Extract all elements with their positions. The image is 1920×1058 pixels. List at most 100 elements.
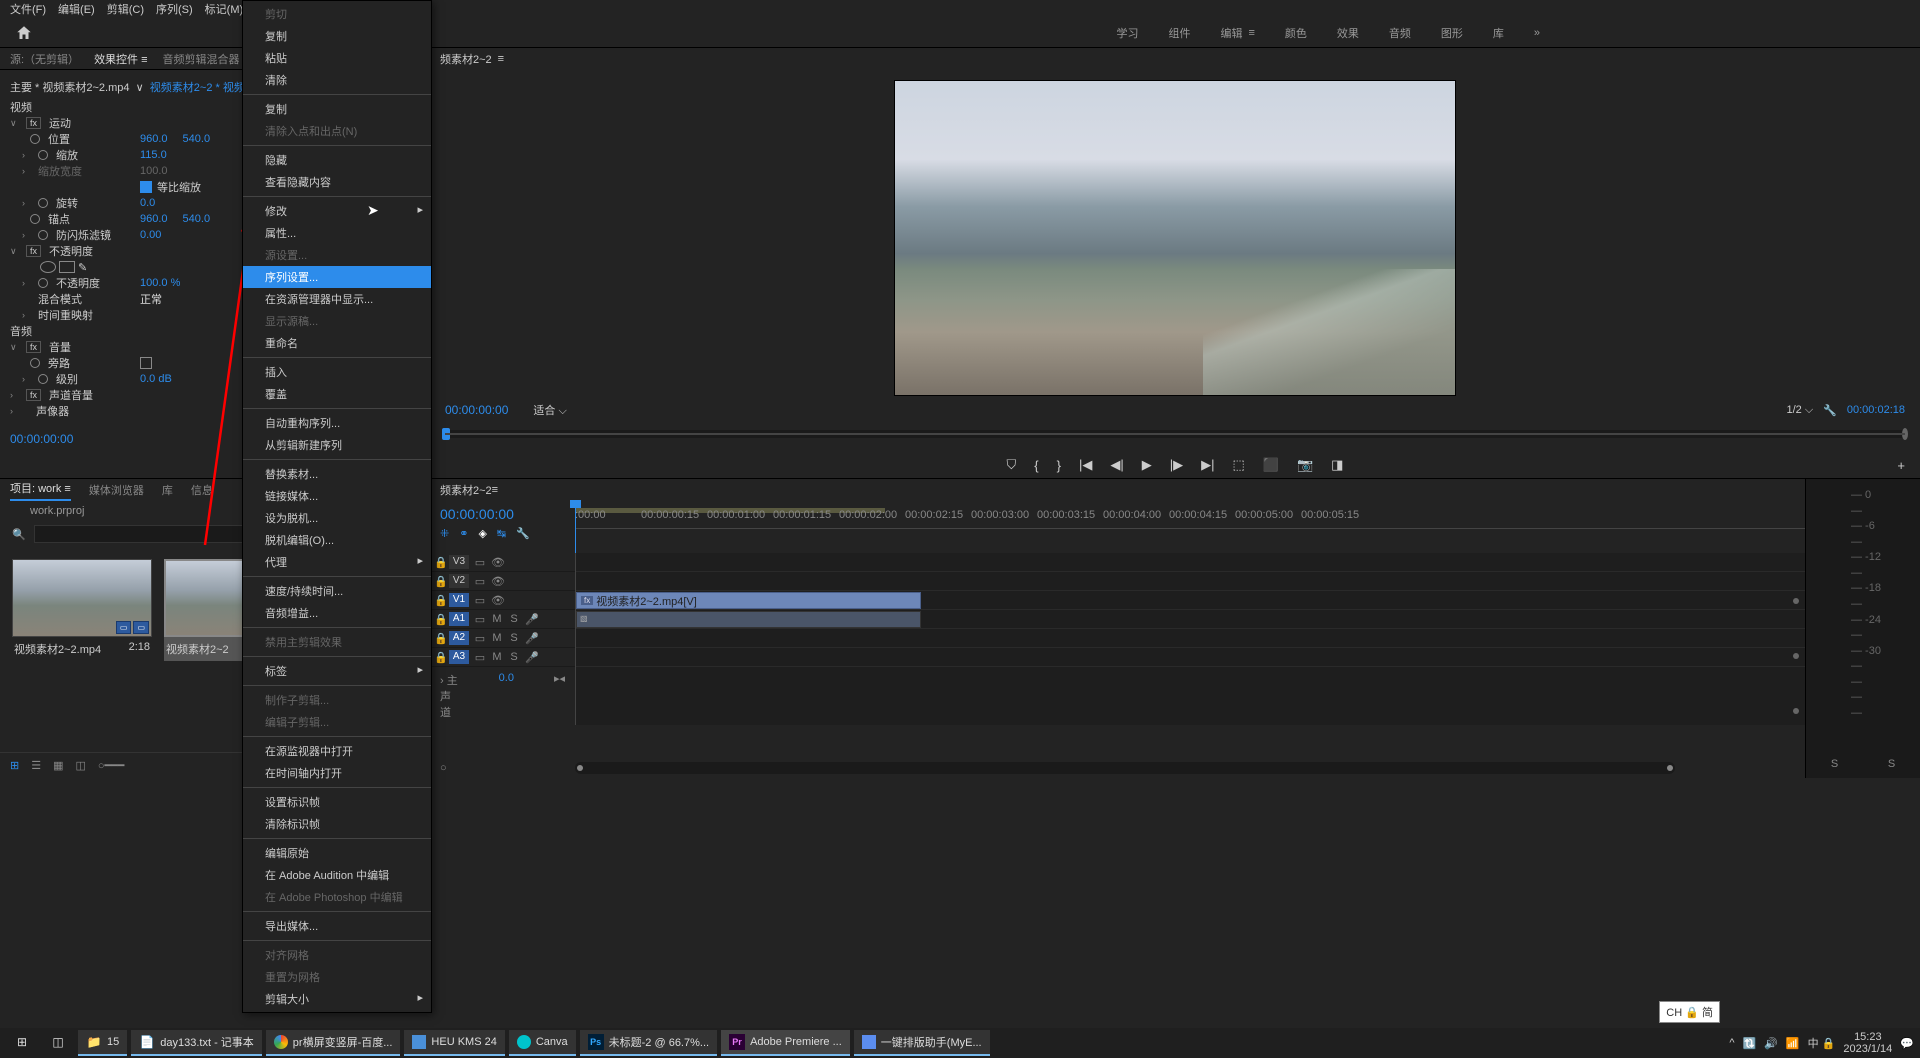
marker-tool-icon[interactable]: ◈	[478, 527, 486, 540]
cm-clear[interactable]: 清除	[243, 69, 431, 91]
timeline-options-icon[interactable]: ○	[440, 762, 447, 774]
workspace-learn[interactable]: 学习	[1116, 25, 1138, 41]
ec-anchor-y[interactable]: 540.0	[183, 213, 211, 225]
tb-photoshop[interactable]: Ps未标题-2 @ 66.7%...	[580, 1030, 717, 1056]
track-output-icon[interactable]: ▭	[474, 632, 486, 645]
stopwatch-icon[interactable]	[38, 150, 48, 160]
ec-rotation-val[interactable]: 0.0	[140, 197, 155, 209]
solo-button[interactable]: S	[508, 651, 520, 663]
ec-volume[interactable]: 音量	[49, 339, 71, 355]
track-a1[interactable]: A1	[449, 612, 469, 626]
freeform-view-icon[interactable]: ◫	[76, 759, 86, 772]
uniform-scale-checkbox[interactable]	[140, 181, 152, 193]
list-view-icon[interactable]: ☰	[31, 759, 41, 772]
cm-link-media[interactable]: 链接媒体...	[243, 485, 431, 507]
cm-duplicate[interactable]: 复制	[243, 98, 431, 120]
ime-indicator[interactable]: CH 🔒 简	[1659, 1001, 1720, 1023]
workspace-assembly[interactable]: 组件	[1168, 25, 1190, 41]
cm-set-poster[interactable]: 设置标识帧	[243, 791, 431, 813]
audio-clip[interactable]: ▧	[576, 611, 921, 628]
icon-view-icon[interactable]: ▦	[53, 759, 63, 772]
workspace-audio[interactable]: 音频	[1389, 25, 1411, 41]
track-output-icon[interactable]: ▭	[474, 613, 486, 626]
workspace-overflow[interactable]: »	[1534, 27, 1540, 39]
menu-edit[interactable]: 编辑(E)	[58, 1, 95, 17]
tab-audio-clip-mixer[interactable]: 音频剪辑混合器	[163, 51, 240, 67]
go-to-in-icon[interactable]: |◀	[1079, 457, 1092, 473]
cm-new-from-clip[interactable]: 从剪辑新建序列	[243, 434, 431, 456]
ec-panner[interactable]: 声像器	[36, 403, 69, 419]
tb-notepad[interactable]: 📄day133.txt - 记事本	[131, 1030, 262, 1056]
program-current-time[interactable]: 00:00:00:00	[445, 403, 508, 417]
cm-edit-original[interactable]: 编辑原始	[243, 842, 431, 864]
track-a3[interactable]: A3	[449, 650, 469, 664]
lock-icon[interactable]: 🔒	[434, 613, 444, 626]
solo-button[interactable]: S	[508, 632, 520, 644]
timeline-tracks[interactable]: fx视频素材2~2.mp4[V] ▧	[575, 553, 1805, 725]
tray-ime[interactable]: 中 🔒	[1808, 1035, 1836, 1051]
lock-icon[interactable]: 🔒	[434, 594, 444, 607]
track-v2[interactable]: V2	[449, 574, 469, 588]
tb-explorer[interactable]: 📁15	[78, 1030, 127, 1056]
ec-scale-val[interactable]: 115.0	[140, 149, 167, 161]
workspace-color[interactable]: 颜色	[1285, 25, 1307, 41]
track-v1[interactable]: V1	[449, 593, 469, 607]
lock-icon[interactable]: 🔒	[434, 632, 444, 645]
tray-wifi-icon[interactable]: 📶	[1786, 1037, 1800, 1050]
cm-make-offline[interactable]: 设为脱机...	[243, 507, 431, 529]
menu-clip[interactable]: 剪辑(C)	[107, 1, 144, 17]
comparison-icon[interactable]: ◨	[1331, 457, 1343, 473]
stopwatch-icon[interactable]	[30, 358, 40, 368]
track-a2[interactable]: A2	[449, 631, 469, 645]
cm-auto-reframe[interactable]: 自动重构序列...	[243, 412, 431, 434]
tray-up-icon[interactable]: ^	[1729, 1037, 1734, 1049]
vertical-zoom-handle[interactable]	[1793, 708, 1799, 714]
cm-replace-footage[interactable]: 替换素材...	[243, 463, 431, 485]
stopwatch-icon[interactable]	[38, 374, 48, 384]
stopwatch-icon[interactable]	[38, 198, 48, 208]
ripple-icon[interactable]: ↹	[497, 527, 506, 540]
workspace-editing[interactable]: 编辑 ≡	[1220, 25, 1254, 41]
search-icon[interactable]: 🔍	[12, 528, 26, 541]
start-button[interactable]: ⊞	[6, 1030, 38, 1056]
new-bin-icon[interactable]: ⊞	[10, 759, 19, 772]
extract-icon[interactable]: ⬛	[1263, 457, 1279, 473]
mute-button[interactable]: M	[491, 651, 503, 663]
cm-offline-edit[interactable]: 脱机编辑(O)...	[243, 529, 431, 551]
go-to-out-icon[interactable]: ▶|	[1201, 457, 1214, 473]
eye-icon[interactable]: 👁	[491, 575, 503, 588]
cm-insert[interactable]: 插入	[243, 361, 431, 383]
stopwatch-icon[interactable]	[30, 134, 40, 144]
ec-opacity-val[interactable]: 100.0 %	[140, 277, 180, 289]
stopwatch-icon[interactable]	[30, 214, 40, 224]
solo-button[interactable]: S	[508, 613, 520, 625]
tb-premiere[interactable]: PrAdobe Premiere ...	[721, 1030, 850, 1056]
home-icon[interactable]	[15, 24, 33, 42]
mute-button[interactable]: M	[491, 632, 503, 644]
track-output-icon[interactable]: ▭	[474, 651, 486, 664]
tb-canva[interactable]: Canva	[509, 1030, 576, 1056]
voice-icon[interactable]: 🎤	[525, 651, 537, 664]
wrench-icon[interactable]: 🔧	[1823, 404, 1837, 417]
cm-clear-poster[interactable]: 清除标识帧	[243, 813, 431, 835]
ec-antiflicker-val[interactable]: 0.00	[140, 229, 161, 241]
program-resolution[interactable]: 1/2 ⌵	[1786, 404, 1813, 417]
snap-icon[interactable]: ⁜	[440, 527, 449, 540]
project-item-video[interactable]: ▭▭ 视频素材2~2.mp42:18	[12, 559, 152, 661]
master-track-value[interactable]: 0.0	[499, 672, 514, 720]
step-back-icon[interactable]: ◀|	[1110, 457, 1123, 473]
program-zoom-fit[interactable]: 适合 ⌵	[533, 402, 566, 418]
tab-media-browser[interactable]: 媒体浏览器	[89, 482, 144, 498]
cm-rename[interactable]: 重命名	[243, 332, 431, 354]
cm-export-media[interactable]: 导出媒体...	[243, 915, 431, 937]
track-output-icon[interactable]: ▭	[474, 575, 486, 588]
voice-icon[interactable]: 🎤	[525, 613, 537, 626]
export-frame-icon[interactable]: 📷	[1297, 457, 1313, 473]
ec-motion[interactable]: 运动	[49, 115, 71, 131]
cm-properties[interactable]: 属性...	[243, 222, 431, 244]
timeline-timecode[interactable]: 00:00:00:00	[440, 506, 565, 522]
cm-open-source-monitor[interactable]: 在源监视器中打开	[243, 740, 431, 762]
tab-info[interactable]: 信息	[191, 482, 213, 498]
step-forward-icon[interactable]: |▶	[1170, 457, 1183, 473]
cm-overwrite[interactable]: 覆盖	[243, 383, 431, 405]
